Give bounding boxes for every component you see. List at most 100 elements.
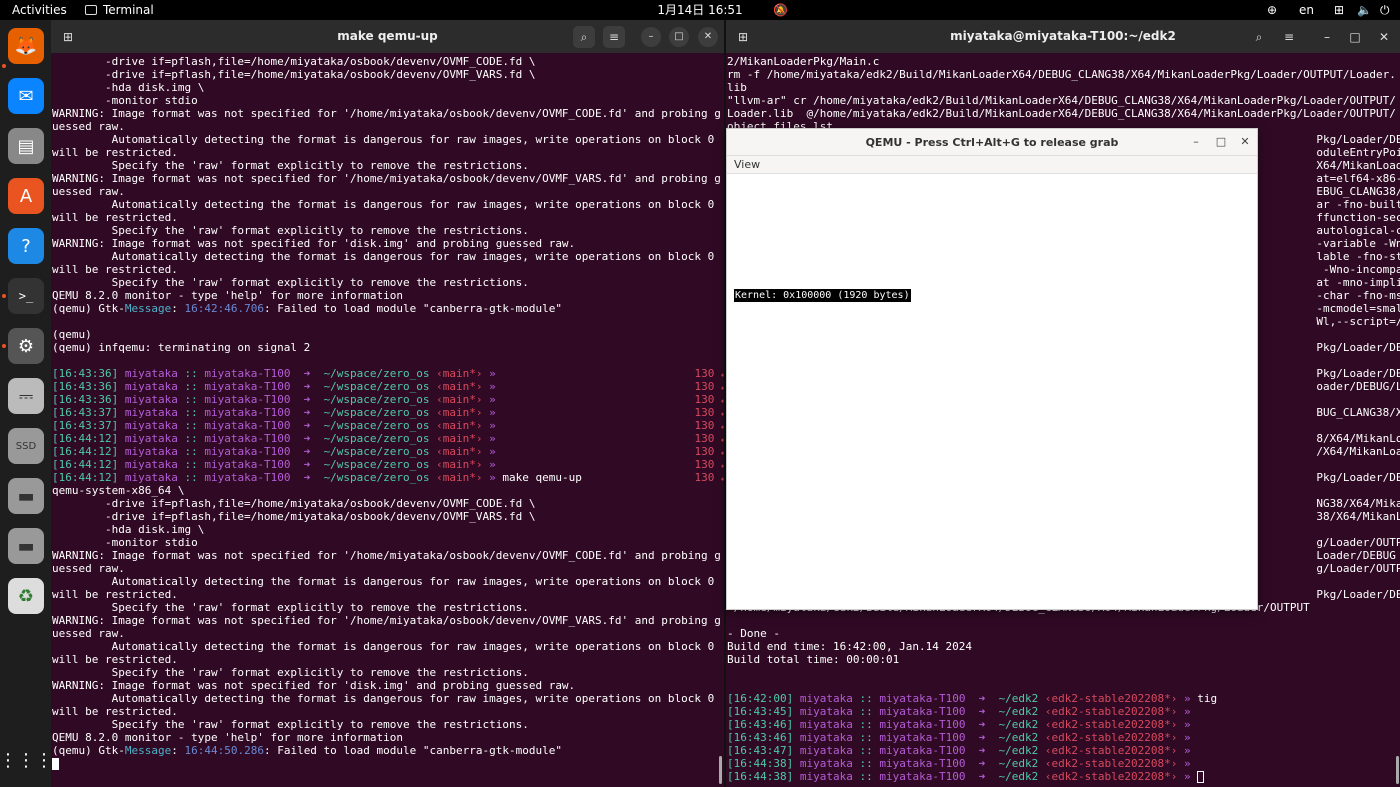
running-indicator	[2, 344, 6, 348]
terminal-line: Loader.lib @/home/miyataka/edk2/Build/Mi…	[727, 107, 1400, 120]
line-segment: miyataka	[124, 458, 178, 471]
maximize-icon[interactable]: □	[669, 27, 689, 47]
line-segment: ‹main*›	[429, 445, 483, 458]
line-segment: tig	[1190, 692, 1218, 705]
activities-button[interactable]: Activities	[12, 0, 67, 20]
terminal-line: QEMU 8.2.0 monitor - type 'help' for mor…	[52, 289, 724, 302]
terminal-line: [16:44:38] miyataka :: miyataka-T100 ➜ ~…	[727, 757, 1400, 770]
line-segment: miyataka	[124, 432, 178, 445]
accessibility-icon[interactable]: ⊕	[1267, 0, 1277, 20]
line-segment: ‹edk2-stable202208*›	[1038, 731, 1178, 744]
qemu-window[interactable]: QEMU - Press Ctrl+Alt+G to release grab …	[726, 128, 1258, 610]
line-segment: miyataka-T100	[879, 705, 966, 718]
line-segment: ➜	[290, 432, 324, 445]
terminal-line: will be restricted.	[52, 146, 724, 159]
line-segment: miyataka	[799, 718, 853, 731]
minimize-icon[interactable]: –	[641, 27, 661, 47]
maximize-icon[interactable]: □	[1212, 133, 1230, 151]
qemu-screen[interactable]: Kernel: 0x100000 (1920 bytes)	[727, 174, 1257, 609]
line-segment: will be restricted.	[52, 588, 178, 601]
maximize-icon[interactable]: □	[1344, 26, 1366, 48]
drive2-icon[interactable]: ▬	[8, 528, 44, 564]
line-segment: ~/edk2	[998, 705, 1039, 718]
search-icon[interactable]: ⌕	[1248, 26, 1270, 48]
line-segment: 16:44:50.286	[184, 744, 264, 757]
line-segment: -drive if=pflash,file=/home/miyataka/osb…	[52, 510, 536, 523]
search-icon[interactable]: ⌕	[573, 26, 595, 48]
terminal-line: Automatically detecting the format is da…	[52, 575, 724, 588]
close-icon[interactable]: ✕	[698, 27, 718, 47]
line-segment: ~/wspace/zero_os	[323, 432, 430, 445]
line-segment: -hda disk.img \	[52, 81, 205, 94]
terminal-line: (qemu) Gtk-Message: 16:42:46.706: Failed…	[52, 302, 724, 315]
clock[interactable]: 1月14日 16:51	[657, 3, 742, 17]
line-segment: ‹edk2-stable202208*›	[1038, 705, 1178, 718]
cursor	[52, 758, 59, 770]
help-icon[interactable]: ?	[8, 228, 44, 264]
line-segment: »	[1177, 692, 1191, 705]
line-segment: [16:43:37]	[52, 406, 125, 419]
line-segment: [16:43:37]	[52, 419, 125, 432]
terminal-line: [16:43:37] miyataka :: miyataka-T100 ➜ ~…	[52, 419, 724, 432]
terminal-line: Build total time: 00:00:01	[727, 653, 1400, 666]
terminal-line: [16:43:36] miyataka :: miyataka-T100 ➜ ~…	[52, 367, 724, 380]
line-segment: ~/edk2	[998, 744, 1039, 757]
menu-icon[interactable]: ≡	[1278, 26, 1300, 48]
line-segment: 130 ↵	[495, 445, 724, 458]
close-icon[interactable]: ✕	[1236, 133, 1254, 151]
app-center-icon[interactable]: A	[8, 178, 44, 214]
files-icon[interactable]: ▤	[8, 128, 44, 164]
line-segment: ::	[177, 445, 205, 458]
close-icon[interactable]: ✕	[1373, 26, 1395, 48]
volume-icon[interactable]: 🔈	[1357, 0, 1372, 20]
line-segment: ‹main*›	[429, 471, 483, 484]
qemu-title: QEMU - Press Ctrl+Alt+G to release grab	[865, 136, 1119, 149]
trash-icon[interactable]: ♻	[8, 578, 44, 614]
line-segment: ::	[177, 367, 205, 380]
line-segment: ~/wspace/zero_os	[323, 471, 430, 484]
terminal-icon[interactable]: >_	[8, 278, 44, 314]
line-segment: uessed raw.	[52, 120, 125, 133]
disk-icon[interactable]: ⎓	[8, 378, 44, 414]
menu-view[interactable]: View	[734, 158, 760, 171]
terminal-line: -drive if=pflash,file=/home/miyataka/osb…	[52, 497, 724, 510]
scrollbar-thumb[interactable]	[1396, 756, 1399, 784]
line-segment: ➜	[290, 445, 324, 458]
input-language[interactable]: en	[1299, 0, 1314, 20]
line-segment: will be restricted.	[52, 263, 178, 276]
terminal-line: uessed raw.	[52, 627, 724, 640]
line-segment: Automatically detecting the format is da…	[52, 640, 715, 653]
terminal-line: "llvm-ar" cr /home/miyataka/edk2/Build/M…	[727, 94, 1400, 107]
settings-icon[interactable]: ⚙	[8, 328, 44, 364]
drive-icon[interactable]: ▬	[8, 478, 44, 514]
app-menu-terminal[interactable]: Terminal	[85, 0, 154, 20]
line-segment: Specify the 'raw' format explicitly to r…	[52, 159, 529, 172]
line-segment: ‹edk2-stable202208*›	[1038, 744, 1178, 757]
ssd-icon[interactable]: SSD	[8, 428, 44, 464]
firefox-icon[interactable]: 🦊	[8, 28, 44, 64]
line-segment: [16:42:00]	[727, 692, 800, 705]
line-segment: Specify the 'raw' format explicitly to r…	[52, 276, 529, 289]
menu-icon[interactable]: ≡	[603, 26, 625, 48]
terminal-line: [16:43:37] miyataka :: miyataka-T100 ➜ ~…	[52, 406, 724, 419]
dock: 🦊 ✉ ▤ A? >_ ⚙ ⎓ SSD ▬ ▬ ♻ ⋮⋮⋮	[0, 20, 53, 787]
terminal-line: -hda disk.img \	[52, 523, 724, 536]
app-grid-icon[interactable]: ⋮⋮⋮	[0, 742, 53, 778]
line-segment: ‹main*›	[429, 367, 483, 380]
power-icon[interactable]: ⏻	[1380, 0, 1390, 20]
line-segment: ~/edk2	[998, 718, 1039, 731]
terminal-output[interactable]: -drive if=pflash,file=/home/miyataka/osb…	[52, 55, 724, 770]
terminal-line: Specify the 'raw' format explicitly to r…	[52, 224, 724, 237]
thunderbird-icon[interactable]: ✉	[8, 78, 44, 114]
line-segment: [16:43:47]	[727, 744, 800, 757]
scrollbar-thumb[interactable]	[719, 756, 722, 784]
line-segment: ‹edk2-stable202208*›	[1038, 692, 1178, 705]
network-icon[interactable]: ⊞	[1334, 0, 1344, 20]
minimize-icon[interactable]: –	[1187, 133, 1205, 151]
line-segment: »	[482, 419, 496, 432]
terminal-window-left[interactable]: ⊞ make qemu-up ⌕ ≡ – □ ✕ -drive if=pflas…	[51, 20, 724, 787]
minimize-icon[interactable]: –	[1316, 26, 1338, 48]
line-segment: 130 ↵	[581, 471, 724, 484]
line-segment: [16:44:12]	[52, 471, 125, 484]
line-segment: ~/edk2	[998, 731, 1039, 744]
